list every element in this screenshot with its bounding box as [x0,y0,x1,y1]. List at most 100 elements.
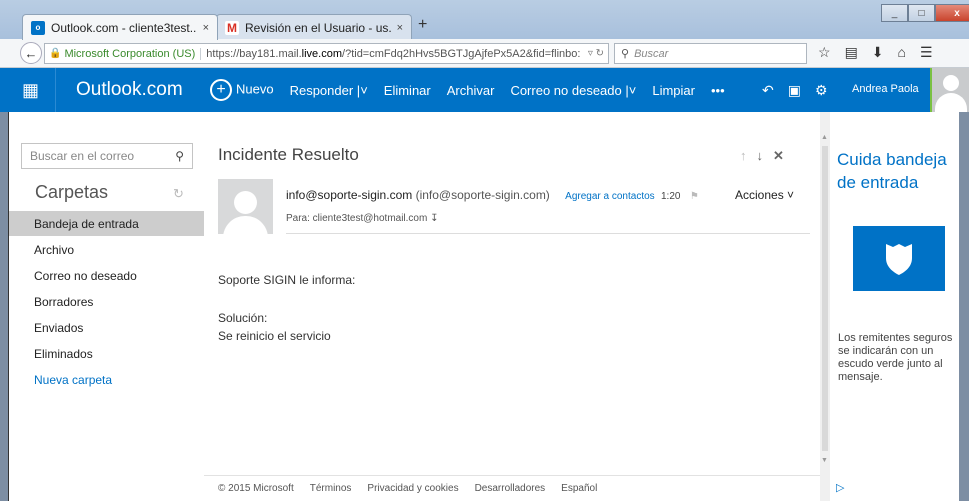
actions-menu[interactable]: Acciones ˅ [735,188,794,202]
scroll-up-icon[interactable]: ▲ [821,134,828,141]
divider [286,233,810,234]
minimize-button[interactable]: _ [881,4,908,22]
gear-icon[interactable]: ⚙ [815,82,828,99]
reload-icon[interactable]: ▿ ↻ [584,48,608,59]
arrow-down-icon[interactable]: ↓ [757,148,764,164]
outlook-favicon-icon: o [31,20,45,35]
maximize-button[interactable]: □ [908,4,935,22]
message-nav: ↑ ↓ ✕ [740,148,784,164]
folder-archive[interactable]: Archivo [9,237,205,262]
undo-icon[interactable]: ↶ [762,82,774,99]
archive-button[interactable]: Archivar [447,83,495,98]
site-identity: Microsoft Corporation (US) [64,47,202,60]
mail-search-input[interactable]: Buscar en el correo ⚲ [21,143,193,169]
ad-text: Los remitentes seguros se indicarán con … [838,332,953,383]
back-button[interactable]: ← [20,42,42,64]
privacy-link[interactable]: Privacidad y cookies [367,483,458,494]
folders-heading: Carpetas [35,182,109,202]
mail-search-placeholder: Buscar en el correo [30,149,135,163]
browser-window: o Outlook.com - cliente3test... × M Revi… [0,0,969,501]
chevron-down-icon: ˅ [628,82,637,98]
folder-deleted[interactable]: Eliminados [9,341,205,366]
expand-icon[interactable]: ↧ [430,213,438,224]
new-tab-button[interactable]: + [418,16,427,34]
sender-line: info@soporte-sigin.com (info@soporte-sig… [286,188,699,202]
lock-icon: 🔒 [49,48,62,59]
folder-pane: Buscar en el correo ⚲ Carpetas ↻ Bandeja… [8,112,205,501]
body-text: Se reinicio el servicio [218,329,331,343]
folder-junk[interactable]: Correo no deseado [9,263,205,288]
message-subject: Incidente Resuelto [218,145,359,164]
close-icon[interactable]: ✕ [773,148,784,164]
chevron-down-icon: ˅ [787,188,795,202]
folder-sent[interactable]: Enviados [9,315,205,340]
body-label: Solución: [218,311,268,325]
close-window-button[interactable]: x [935,4,969,22]
new-button[interactable]: + Nuevo [210,79,274,101]
app-launcher-icon[interactable]: ▦ [6,68,56,112]
tab-close-icon[interactable]: × [397,22,403,34]
body-greeting: Soporte SIGIN le informa: [218,273,356,287]
message-time: 1:20 [661,191,681,202]
url-suffix: /?tid=cmFdq2hHvs5BGTJgAjfePx5A2&fid=flin… [342,47,581,60]
recipient-line: Para: cliente3test@hotmail.com ↧ [286,213,439,224]
add-contact-link[interactable]: Agregar a contactos [565,191,655,202]
home-icon[interactable]: ⌂ [898,44,906,61]
tab-close-icon[interactable]: × [203,22,209,34]
url-domain: live.com [301,47,343,60]
sender-email[interactable]: info@soporte-sigin.com [286,188,412,202]
toolbar-icons: ☆ ▤ ⬇ ⌂ ☰ [818,44,933,61]
browser-search-input[interactable]: ⚲ Buscar [614,43,807,64]
star-icon[interactable]: ☆ [818,44,831,61]
user-name[interactable]: Andrea Paola [852,83,919,95]
sender-avatar [218,179,273,234]
gmail-favicon-icon: M [225,20,239,35]
page-footer: © 2015 Microsoft Términos Privacidad y c… [204,475,820,501]
scroll-thumb[interactable] [822,146,828,451]
shield-icon [853,226,945,291]
menu-icon[interactable]: ☰ [920,44,933,61]
delete-button[interactable]: Eliminar [384,83,431,98]
download-icon[interactable]: ⬇ [872,44,884,61]
chat-icon[interactable]: ▣ [788,82,801,99]
search-icon[interactable]: ⚲ [175,149,184,163]
brand-logo[interactable]: Outlook.com [76,79,183,101]
copyright: © 2015 Microsoft [218,483,294,494]
browser-search-placeholder: Buscar [634,47,669,60]
language-link[interactable]: Español [561,483,597,494]
reply-label: Responder [289,82,354,98]
url-text: https://bay181.mail.live.com/?tid=cmFdq2… [201,48,584,60]
header-icons: ↶ ▣ ⚙ [762,68,828,112]
new-folder-link[interactable]: Nueva carpeta [9,367,205,392]
tab-outlook[interactable]: o Outlook.com - cliente3test... × [22,14,218,40]
folder-inbox[interactable]: Bandeja de entrada [9,211,205,236]
reading-list-icon[interactable]: ▤ [845,44,858,61]
tab-strip: o Outlook.com - cliente3test... × M Revi… [0,0,969,40]
developers-link[interactable]: Desarrolladores [475,483,546,494]
actions-label: Acciones [735,188,784,202]
scrollbar[interactable]: ▲ ▼ [820,112,830,501]
window-edge [959,112,969,501]
scroll-down-icon[interactable]: ▼ [821,457,828,464]
arrow-up-icon[interactable]: ↑ [740,148,747,164]
tab-revision[interactable]: M Revisión en el Usuario - us... × [216,14,412,40]
refresh-icon[interactable]: ↻ [173,186,184,202]
window-controls: _ □ x [881,4,969,22]
url-prefix: https://bay181.mail. [206,47,302,60]
clean-button[interactable]: Limpiar [652,83,695,98]
outlook-header: ▦ Outlook.com + Nuevo Responder |˅ Elimin… [0,68,969,112]
chevron-down-icon: ˅ [360,82,368,98]
junk-label: Correo no deseado [510,82,622,98]
folder-drafts[interactable]: Borradores [9,289,205,314]
reply-button[interactable]: Responder |˅ [290,83,368,98]
flag-icon[interactable]: ⚑ [690,191,699,202]
avatar[interactable] [930,68,969,112]
junk-button[interactable]: Correo no deseado |˅ [510,83,636,98]
more-button[interactable]: ••• [711,83,725,98]
tab-title: Revisión en el Usuario - us... [245,20,391,35]
search-icon: ⚲ [621,48,630,60]
url-bar[interactable]: 🔒 Microsoft Corporation (US) https://bay… [44,43,609,64]
adchoices-icon[interactable]: ▷ [836,481,844,494]
terms-link[interactable]: Términos [310,483,352,494]
ad-pane: Cuida bandeja de entrada Los remitentes … [830,112,959,501]
